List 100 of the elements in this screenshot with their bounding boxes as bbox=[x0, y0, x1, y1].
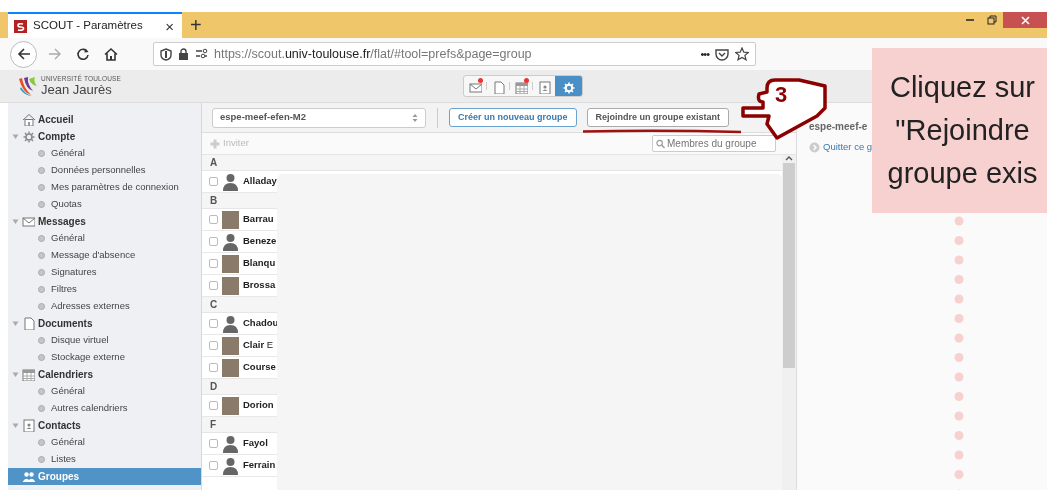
favicon-icon bbox=[14, 19, 27, 33]
sidebar-subitem[interactable]: Stockage externe bbox=[8, 349, 201, 366]
bullet-icon bbox=[38, 235, 45, 242]
sidebar-subitem[interactable]: Message d'absence bbox=[8, 247, 201, 264]
contacts-icon bbox=[22, 419, 35, 432]
contacts-icon bbox=[537, 80, 551, 94]
bullet-icon bbox=[38, 456, 45, 463]
calendar-icon bbox=[22, 368, 35, 381]
scroll-up-icon bbox=[785, 155, 793, 161]
checkbox[interactable] bbox=[209, 439, 218, 448]
member-name: Brossa bbox=[243, 278, 277, 293]
home-icon bbox=[104, 47, 118, 61]
checkbox[interactable] bbox=[209, 319, 218, 328]
sidebar-subitem[interactable]: Listes bbox=[8, 451, 201, 468]
bullet-icon bbox=[38, 405, 45, 412]
sidebar-subitem[interactable]: Adresses externes bbox=[8, 298, 201, 315]
sidebar-subitem[interactable]: Général bbox=[8, 145, 201, 162]
shield-icon bbox=[160, 47, 172, 61]
lock-icon bbox=[178, 48, 189, 60]
sidebar-subitem[interactable]: Général bbox=[8, 230, 201, 247]
group-select[interactable]: espe-meef-efen-M2 bbox=[212, 107, 426, 128]
permissions-icon bbox=[195, 48, 208, 60]
bullet-icon bbox=[38, 150, 45, 157]
minimize-icon bbox=[966, 19, 974, 21]
settings-tool-button[interactable] bbox=[555, 76, 582, 96]
checkbox[interactable] bbox=[209, 281, 218, 290]
member-name: Blanqu bbox=[243, 256, 277, 271]
document-icon bbox=[22, 317, 35, 330]
sidebar-subitem[interactable]: Données personnelles bbox=[8, 162, 201, 179]
scroll-thumb[interactable] bbox=[783, 163, 795, 368]
member-name: Beneze bbox=[243, 234, 278, 249]
checkbox[interactable] bbox=[209, 363, 218, 372]
plus-icon bbox=[210, 138, 220, 149]
sidebar-subitem[interactable]: Disque virtuel bbox=[8, 332, 201, 349]
sidebar-subitem[interactable]: Quotas bbox=[8, 196, 201, 213]
callout-text: Cliquez sur bbox=[889, 70, 1036, 105]
create-group-button[interactable]: Créer un nouveau groupe bbox=[449, 108, 577, 127]
member-name: Course bbox=[243, 360, 277, 375]
arrow-circle-icon bbox=[809, 141, 820, 153]
checkbox[interactable] bbox=[209, 177, 218, 186]
member-name: Alladay bbox=[243, 174, 278, 189]
bullet-icon bbox=[38, 286, 45, 293]
bullet-icon bbox=[38, 354, 45, 361]
mail-icon bbox=[468, 80, 482, 94]
people-icon bbox=[22, 470, 35, 483]
checkbox[interactable] bbox=[209, 259, 218, 268]
url-text: https://scout.univ-toulouse.fr/flat/#tool=prefs&page=group bbox=[214, 45, 532, 63]
sidebar-subitem[interactable]: Signatures bbox=[8, 264, 201, 281]
gear-icon bbox=[22, 130, 35, 143]
settings-icon bbox=[562, 80, 575, 94]
bullet-icon bbox=[38, 388, 45, 395]
sidebar-subitem[interactable]: Filtres bbox=[8, 281, 201, 298]
bullet-icon bbox=[38, 201, 45, 208]
back-button[interactable] bbox=[10, 40, 37, 68]
close-button[interactable] bbox=[1003, 12, 1047, 28]
sidebar-subitem[interactable]: Autres calendriers bbox=[8, 400, 201, 417]
callout-text: groupe exis bbox=[887, 156, 1038, 191]
close-icon bbox=[1020, 15, 1030, 25]
new-tab-button[interactable]: + bbox=[182, 12, 210, 38]
bullet-icon bbox=[38, 337, 45, 344]
checkbox[interactable] bbox=[209, 215, 218, 224]
star-icon[interactable] bbox=[735, 47, 749, 61]
address-bar[interactable]: https://scout.univ-toulouse.fr/flat/#tool=prefs&page=group ••• bbox=[153, 42, 756, 66]
sidebar-subitem[interactable]: Mes paramètres de connexion bbox=[8, 179, 201, 196]
search-field[interactable]: Membres du groupe bbox=[652, 135, 776, 152]
sidebar-subitem[interactable]: Général bbox=[8, 383, 201, 400]
more-button[interactable]: ••• bbox=[700, 45, 709, 63]
member-name: Dorion bbox=[243, 398, 275, 413]
mail-icon bbox=[22, 215, 35, 228]
sidebar-item[interactable]: Documents bbox=[8, 315, 201, 332]
sidebar-item[interactable]: Accueil bbox=[8, 111, 201, 128]
sidebar-item[interactable]: Compte bbox=[8, 128, 201, 145]
group-title: espe-meef-e bbox=[809, 120, 868, 134]
tab-close-button[interactable]: × bbox=[163, 18, 176, 34]
member-name: Ferrain bbox=[243, 458, 277, 473]
member-name: Fayol bbox=[243, 436, 269, 451]
sort-arrows-icon bbox=[412, 112, 418, 123]
bullet-icon bbox=[38, 167, 45, 174]
checkbox[interactable] bbox=[209, 341, 218, 350]
step-number: 3 bbox=[775, 84, 788, 106]
tab-title: SCOUT - Paramètres bbox=[33, 18, 143, 34]
leave-group-link[interactable]: Quitter ce g bbox=[809, 140, 873, 155]
checkbox[interactable] bbox=[209, 461, 218, 470]
forward-arrow-icon bbox=[48, 47, 62, 61]
sidebar-subitem[interactable]: Général bbox=[8, 434, 201, 451]
pocket-icon[interactable] bbox=[715, 47, 729, 61]
scrollbar[interactable] bbox=[782, 155, 796, 490]
browser-tab[interactable]: SCOUT - Paramètres × bbox=[8, 12, 182, 38]
checkbox[interactable] bbox=[209, 401, 218, 410]
logo-icon bbox=[17, 75, 39, 97]
sidebar-item[interactable]: Messages bbox=[8, 213, 201, 230]
member-name: Barrau bbox=[243, 212, 275, 227]
document-icon bbox=[491, 80, 505, 94]
callout-text: "Rejoindre bbox=[895, 113, 1030, 148]
checkbox[interactable] bbox=[209, 237, 218, 246]
bullet-icon bbox=[38, 252, 45, 259]
sidebar-item[interactable]: Contacts bbox=[8, 417, 201, 434]
join-group-button[interactable]: Rejoindre un groupe existant bbox=[586, 108, 730, 127]
sidebar-item[interactable]: Calendriers bbox=[8, 366, 201, 383]
bullet-icon bbox=[38, 439, 45, 446]
